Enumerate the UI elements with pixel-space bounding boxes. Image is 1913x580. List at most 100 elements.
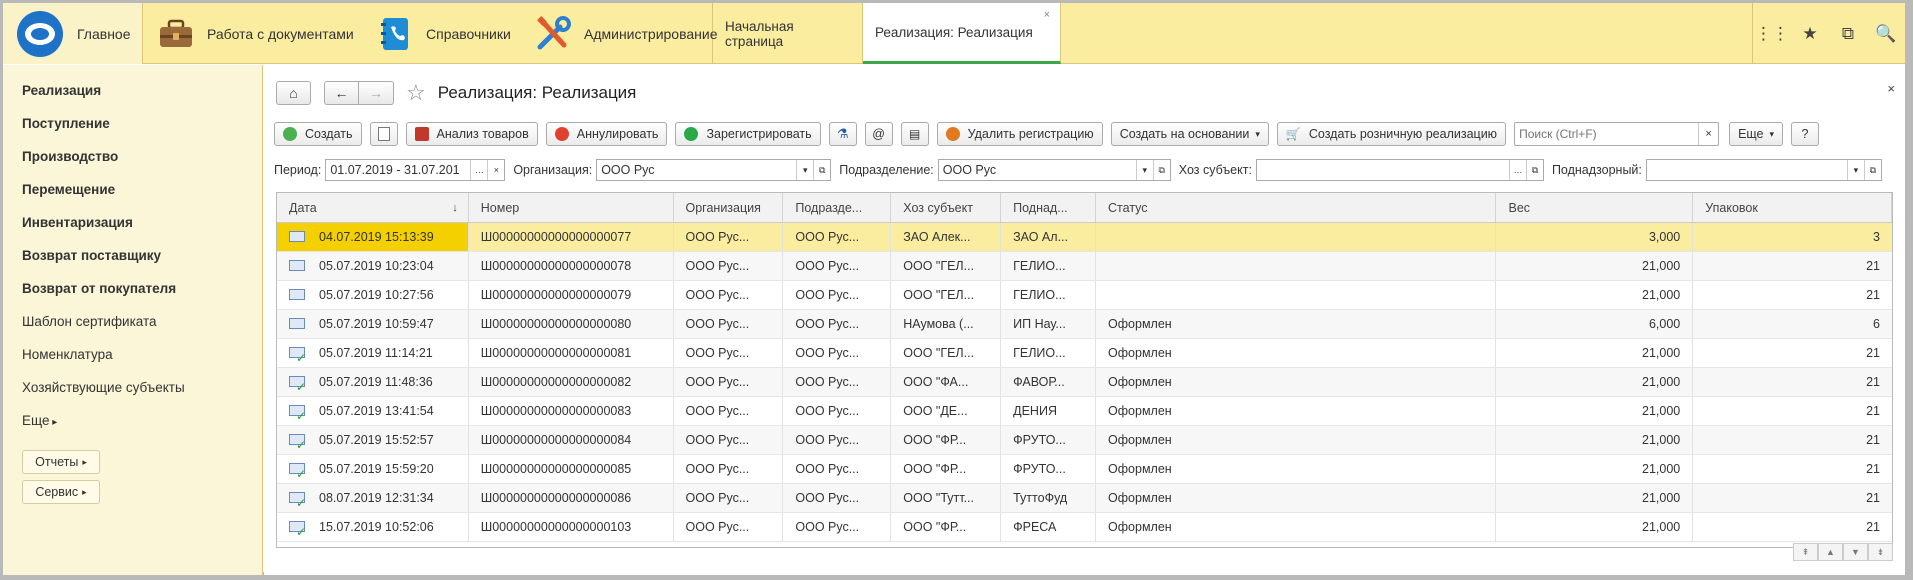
form-close-icon[interactable]: ×	[1887, 81, 1895, 96]
subject-label: Хоз субъект:	[1178, 163, 1252, 177]
table-row[interactable]: 05.07.2019 13:41:54 Ш00000000000000000083…	[277, 397, 1892, 426]
period-select-icon[interactable]: …	[470, 160, 487, 180]
tab-sales[interactable]: Реализация: Реализация ×	[863, 3, 1061, 64]
table-row[interactable]: 05.07.2019 11:48:36 Ш00000000000000000082…	[277, 368, 1892, 397]
delete-registration-button[interactable]: Удалить регистрацию	[936, 122, 1103, 146]
back-button[interactable]: ←	[324, 81, 359, 105]
forward-button[interactable]: →	[359, 81, 394, 105]
help-button[interactable]: ?	[1791, 122, 1820, 146]
document-icon	[289, 260, 305, 271]
email-button[interactable]: @	[864, 122, 893, 146]
period-value[interactable]: 01.07.2019 - 31.07.201	[326, 160, 470, 180]
sidebar-item-return-supplier[interactable]: Возврат поставщику	[3, 248, 262, 281]
scroll-down-icon[interactable]: ▼	[1843, 543, 1868, 561]
analyze-goods-button[interactable]: Анализ товаров	[405, 122, 538, 146]
column-header-subject[interactable]: Хоз субъект	[891, 193, 1002, 222]
create-based-on-button[interactable]: Создать на основании ▾	[1110, 122, 1269, 146]
cell-supervised: ЗАО Ал...	[1001, 223, 1097, 251]
section-main[interactable]: Главное	[3, 3, 143, 64]
create-button[interactable]: Создать	[274, 122, 362, 146]
sidebar-item-return-customer[interactable]: Возврат от покупателя	[3, 281, 262, 314]
table-row[interactable]: 04.07.2019 15:13:39 Ш00000000000000000077…	[277, 223, 1892, 252]
section-documents[interactable]: Работа с документами	[143, 3, 362, 64]
open-icon[interactable]: ⧉	[1863, 160, 1881, 180]
chevron-down-icon[interactable]: ▾	[1135, 160, 1153, 180]
search-icon[interactable]: 🔍	[1867, 3, 1905, 64]
sidebar-more[interactable]: Еще	[3, 413, 262, 446]
table-row[interactable]: 05.07.2019 15:59:20 Ш00000000000000000085…	[277, 455, 1892, 484]
subject-field[interactable]: … ⧉	[1255, 159, 1544, 181]
print-button[interactable]: ▤	[900, 122, 929, 146]
sidebar-item-subjects[interactable]: Хозяйствующие субъекты	[3, 380, 262, 413]
column-header-packs[interactable]: Упаковок	[1693, 193, 1892, 222]
table-row[interactable]: 05.07.2019 15:52:57 Ш00000000000000000084…	[277, 426, 1892, 455]
cell-weight: 3,000	[1496, 223, 1694, 251]
cell-date-value: 05.07.2019 10:59:47	[319, 317, 434, 331]
section-administration[interactable]: Администрирование	[520, 3, 718, 64]
copy-button[interactable]	[369, 122, 398, 146]
scroll-top-icon[interactable]: ⇞	[1793, 543, 1818, 561]
organization-field[interactable]: ООО Рус ▾ ⧉	[596, 159, 832, 181]
tab-start-page[interactable]: Начальная страница	[713, 3, 863, 64]
favorite-star-icon[interactable]: ☆	[406, 80, 426, 106]
column-header-status[interactable]: Статус	[1096, 193, 1497, 222]
cell-packs: 6	[1873, 317, 1880, 331]
supervised-field[interactable]: ▾ ⧉	[1645, 159, 1882, 181]
period-field[interactable]: 01.07.2019 - 31.07.201 … ×	[325, 159, 506, 181]
column-header-organization[interactable]: Организация	[674, 193, 784, 222]
column-header-weight[interactable]: Вес	[1496, 193, 1694, 222]
column-header-supervised[interactable]: Поднад...	[1001, 193, 1097, 222]
sidebar-item-sales[interactable]: Реализация	[3, 83, 262, 116]
annul-button[interactable]: Аннулировать	[545, 122, 668, 146]
scroll-up-icon[interactable]: ▲	[1818, 543, 1843, 561]
cell-number: Ш00000000000000000078	[469, 252, 674, 280]
history-icon[interactable]: ⧉	[1829, 3, 1867, 64]
search-input[interactable]	[1515, 123, 1699, 145]
service-button[interactable]: Сервис	[22, 480, 100, 504]
chevron-down-icon[interactable]: ▾	[796, 160, 813, 180]
grid-icon[interactable]: ⋮⋮	[1753, 3, 1791, 64]
cell-date-value: 08.07.2019 12:31:34	[319, 491, 434, 505]
column-header-division[interactable]: Подразде...	[783, 193, 892, 222]
table-row[interactable]: 08.07.2019 12:31:34 Ш00000000000000000086…	[277, 484, 1892, 513]
period-clear-icon[interactable]: ×	[487, 160, 504, 180]
division-value[interactable]: ООО Рус	[939, 160, 1136, 180]
chevron-down-icon[interactable]: ▾	[1846, 160, 1864, 180]
table-row[interactable]: 05.07.2019 10:23:04 Ш00000000000000000078…	[277, 252, 1892, 281]
section-references[interactable]: Справочники	[362, 3, 520, 64]
register-button[interactable]: Зарегистрировать	[675, 122, 821, 146]
create-retail-button[interactable]: 🛒 Создать розничную реализацию	[1276, 122, 1507, 146]
star-icon[interactable]: ★	[1791, 3, 1829, 64]
reports-button[interactable]: Отчеты	[22, 450, 100, 474]
sidebar-item-receipt[interactable]: Поступление	[3, 116, 262, 149]
open-icon[interactable]: ⧉	[1152, 160, 1170, 180]
sidebar-item-certificate-template[interactable]: Шаблон сертификата	[3, 314, 262, 347]
more-button[interactable]: Еще ▾	[1729, 122, 1784, 146]
organization-value[interactable]: ООО Рус	[597, 160, 796, 180]
sidebar-item-nomenclature[interactable]: Номенклатура	[3, 347, 262, 380]
supervised-value[interactable]	[1647, 160, 1847, 180]
search-clear-icon[interactable]: ×	[1698, 123, 1718, 145]
sidebar-item-production[interactable]: Производство	[3, 149, 262, 182]
division-field[interactable]: ООО Рус ▾ ⧉	[937, 159, 1171, 181]
scroll-bottom-icon[interactable]: ⇟	[1868, 543, 1893, 561]
table-row[interactable]: 05.07.2019 10:59:47 Ш00000000000000000080…	[277, 310, 1892, 339]
table-row[interactable]: 05.07.2019 10:27:56 Ш00000000000000000079…	[277, 281, 1892, 310]
subject-value[interactable]	[1257, 160, 1509, 180]
column-header-date[interactable]: Дата ↓	[277, 193, 469, 222]
microscope-button[interactable]: ⚗	[828, 122, 857, 146]
table-row[interactable]: 05.07.2019 11:14:21 Ш00000000000000000081…	[277, 339, 1892, 368]
sidebar-item-transfer[interactable]: Перемещение	[3, 182, 262, 215]
cell-number: Ш00000000000000000080	[469, 310, 674, 338]
sidebar-item-inventory[interactable]: Инвентаризация	[3, 215, 262, 248]
column-header-number[interactable]: Номер	[469, 193, 674, 222]
open-icon[interactable]: ⧉	[1525, 160, 1543, 180]
cell-date: 15.07.2019 10:52:06	[277, 513, 469, 541]
close-icon[interactable]: ×	[1044, 9, 1050, 21]
table-row[interactable]: 15.07.2019 10:52:06 Ш00000000000000000103…	[277, 513, 1892, 542]
search-field[interactable]: ×	[1514, 122, 1720, 146]
cell-packs: 21	[1866, 433, 1880, 447]
subject-select-icon[interactable]: …	[1508, 160, 1526, 180]
home-button[interactable]: ⌂	[276, 81, 311, 105]
open-icon[interactable]: ⧉	[813, 160, 830, 180]
